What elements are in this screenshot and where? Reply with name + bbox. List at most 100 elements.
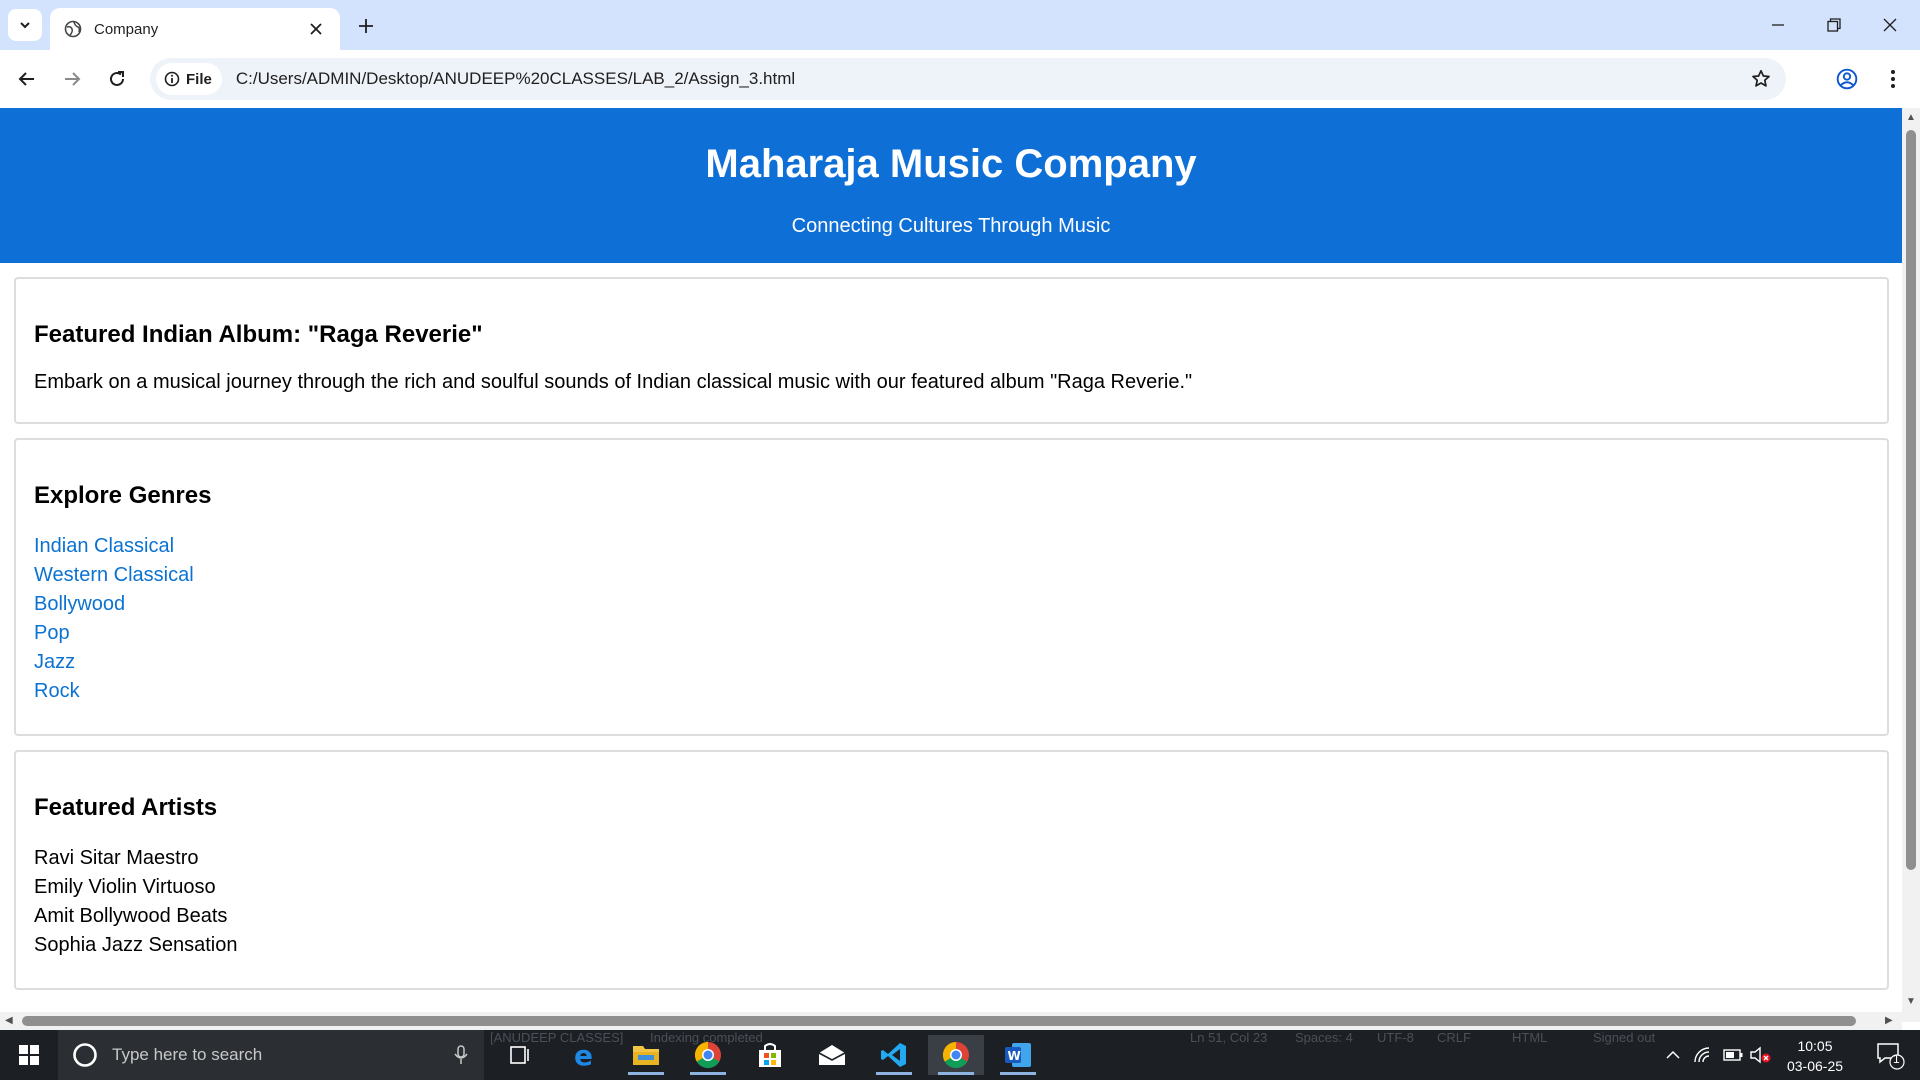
minimize-icon: [1772, 24, 1784, 26]
chrome-app-button-1[interactable]: [680, 1035, 736, 1075]
action-center-button[interactable]: 1: [1868, 1030, 1912, 1080]
taskbar-search-placeholder: Type here to search: [112, 1045, 263, 1064]
genres-heading: Explore Genres: [34, 482, 212, 509]
running-indicator: [876, 1072, 912, 1075]
mail-icon: [818, 1045, 846, 1065]
address-bar[interactable]: File C:/Users/ADMIN/Desktop/ANUDEEP%20CL…: [150, 58, 1786, 100]
show-hidden-icons-button[interactable]: [1660, 1030, 1686, 1080]
windows-logo-icon: [19, 1045, 39, 1065]
vscode-icon: [881, 1043, 906, 1067]
network-tray-button[interactable]: [1690, 1030, 1716, 1080]
close-tab-icon[interactable]: [306, 19, 326, 39]
task-view-button[interactable]: [492, 1035, 548, 1075]
restore-icon: [1827, 18, 1841, 32]
close-icon: [1883, 18, 1897, 32]
page-viewport: Maharaja Music Company Connecting Cultur…: [0, 108, 1902, 1022]
restore-button[interactable]: [1806, 0, 1862, 50]
store-bag-icon: [759, 1043, 781, 1067]
plus-icon: [359, 19, 373, 33]
reload-button[interactable]: [100, 62, 134, 96]
svg-text:e: e: [574, 1041, 593, 1069]
site-chip-label: File: [186, 70, 212, 88]
genre-link[interactable]: Rock: [34, 677, 1869, 706]
artist-item: Ravi Sitar Maestro: [34, 847, 199, 869]
store-app-button[interactable]: [742, 1035, 798, 1075]
horizontal-scroll-thumb[interactable]: [22, 1016, 1856, 1026]
menu-button[interactable]: [1876, 62, 1910, 96]
forward-button[interactable]: [55, 62, 89, 96]
wifi-icon: [1694, 1047, 1710, 1063]
notification-count: 1: [1893, 1052, 1900, 1066]
word-icon: W: [1005, 1043, 1031, 1067]
page-header: Maharaja Music Company Connecting Cultur…: [0, 108, 1902, 263]
chrome-icon: [694, 1041, 721, 1069]
featured-album-heading: Featured Indian Album: "Raga Reverie": [34, 321, 483, 348]
tab-title: Company: [94, 20, 159, 38]
genre-link[interactable]: Western Classical: [34, 561, 1869, 590]
featured-album-description: Embark on a musical journey through the …: [34, 371, 1193, 393]
genre-link[interactable]: Jazz: [34, 648, 1869, 677]
taskbar: [ANUDEEP CLASSES] Indexing completed Ln …: [0, 1030, 1920, 1080]
edge-app-button[interactable]: e: [556, 1035, 612, 1075]
folder-icon: [633, 1046, 659, 1065]
cortana-circle-icon: [73, 1043, 97, 1067]
chrome-app-button-2[interactable]: [928, 1035, 984, 1075]
taskbar-clock[interactable]: 10:05 03-06-25: [1770, 1036, 1860, 1076]
vscode-app-button[interactable]: [866, 1035, 922, 1075]
horizontal-scrollbar[interactable]: ◀ ▶: [0, 1012, 1902, 1030]
vertical-scrollbar[interactable]: ▲ ▼: [1902, 108, 1920, 1022]
artists-heading: Featured Artists: [34, 794, 218, 821]
bg-encoding-text: UTF-8: [1377, 1030, 1414, 1045]
minimize-button[interactable]: [1750, 0, 1806, 50]
close-window-button[interactable]: [1862, 0, 1918, 50]
taskbar-search-box[interactable]: Type here to search: [58, 1030, 484, 1080]
word-app-button[interactable]: W: [990, 1035, 1046, 1075]
bg-account-text: Signed out: [1593, 1030, 1656, 1045]
task-view-icon: [510, 1046, 529, 1064]
company-tagline: Connecting Cultures Through Music: [791, 215, 1111, 237]
company-title: Maharaja Music Company: [705, 142, 1197, 186]
genre-link[interactable]: Indian Classical: [34, 532, 1869, 561]
file-explorer-button[interactable]: [618, 1035, 674, 1075]
vertical-scroll-thumb[interactable]: [1906, 130, 1916, 870]
notification-icon: [1877, 1043, 1905, 1070]
clock-date: 03-06-25: [1786, 1058, 1844, 1074]
genre-link[interactable]: Pop: [34, 619, 1869, 648]
bookmark-star-icon[interactable]: [1744, 62, 1778, 96]
new-tab-button[interactable]: [352, 12, 380, 40]
tab-search-button[interactable]: [8, 9, 42, 41]
chevron-up-icon: [1666, 1050, 1680, 1059]
featured-album-section: Featured Indian Album: "Raga Reverie" Em…: [14, 277, 1889, 424]
browser-toolbar: File C:/Users/ADMIN/Desktop/ANUDEEP%20CL…: [0, 50, 1920, 108]
start-button[interactable]: [0, 1030, 58, 1080]
scroll-right-arrow-icon[interactable]: ▶: [1885, 1015, 1893, 1026]
reload-icon: [110, 71, 124, 86]
globe-icon: [64, 20, 82, 38]
bg-spaces-text: Spaces: 4: [1295, 1030, 1353, 1045]
artist-item: Amit Bollywood Beats: [34, 905, 228, 927]
chevron-down-icon: [20, 22, 30, 29]
arrow-right-icon: [65, 72, 81, 86]
running-indicator: [690, 1072, 726, 1075]
battery-tray-button[interactable]: [1720, 1030, 1746, 1080]
site-info-chip[interactable]: File: [156, 63, 222, 95]
browser-tabstrip: Company: [0, 0, 1920, 50]
scroll-left-arrow-icon[interactable]: ◀: [5, 1015, 13, 1026]
url-text[interactable]: C:/Users/ADMIN/Desktop/ANUDEEP%20CLASSES…: [236, 69, 1744, 89]
genres-section: Explore Genres Indian Classical Western …: [14, 438, 1889, 736]
running-indicator: [1000, 1072, 1036, 1075]
battery-icon: [1723, 1049, 1743, 1061]
edge-icon: e: [574, 1041, 593, 1069]
svg-text:W: W: [1008, 1049, 1021, 1063]
back-button[interactable]: [10, 62, 44, 96]
scroll-up-arrow-icon[interactable]: ▲: [1906, 112, 1916, 123]
chrome-icon: [942, 1041, 969, 1069]
arrow-left-icon: [18, 72, 34, 86]
artists-section: Featured Artists Ravi Sitar Maestro Emil…: [14, 750, 1889, 990]
genre-link[interactable]: Bollywood: [34, 590, 1869, 619]
profile-button[interactable]: [1830, 62, 1864, 96]
scroll-down-arrow-icon[interactable]: ▼: [1906, 996, 1916, 1007]
mail-app-button[interactable]: [804, 1035, 860, 1075]
tab-company[interactable]: Company: [50, 8, 340, 50]
microphone-icon[interactable]: [454, 1045, 468, 1065]
